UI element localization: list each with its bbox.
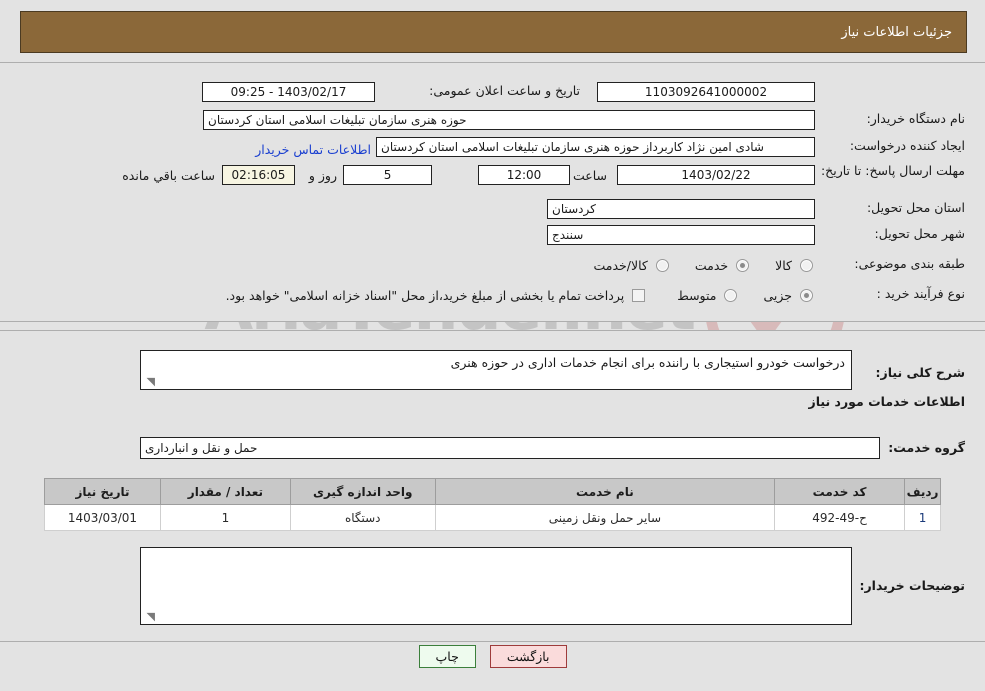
back-button[interactable]: بازگشت xyxy=(489,645,567,668)
province-row: استان محل تحویل: xyxy=(820,200,965,215)
radio-category-kala-khedmat[interactable] xyxy=(655,259,669,272)
days-remaining-value: 5 xyxy=(343,165,432,185)
announce-value: 1403/02/17 - 09:25 xyxy=(202,82,375,102)
radio-category-khedmat-label: خدمت xyxy=(694,258,729,273)
page-title: جزئیات اطلاعات نیاز xyxy=(841,24,952,40)
province-label: استان محل تحویل: xyxy=(866,200,965,215)
process-label: نوع فرآیند خرید : xyxy=(876,286,965,301)
services-heading: اطلاعات خدمات مورد نیاز xyxy=(808,394,966,409)
cell-date: 1403/03/01 xyxy=(44,504,161,531)
buyer-contact-link[interactable]: اطلاعات تماس خریدار xyxy=(255,142,371,157)
comments-textarea[interactable]: ◥ xyxy=(140,547,852,625)
col-name: نام خدمت xyxy=(434,478,776,505)
province-value: کردستان xyxy=(547,199,815,219)
hour-value: 12:00 xyxy=(478,165,570,185)
page-root: AriaTender.net جزئیات اطلاعات نیاز شماره… xyxy=(0,0,985,691)
category-label: طبقه بندی موضوعی: xyxy=(854,256,965,271)
deadline-label: مهلت ارسال پاسخ: تا تاریخ: xyxy=(820,163,965,178)
treasury-checkbox[interactable] xyxy=(632,289,646,302)
need-info-section xyxy=(0,62,985,322)
cell-qty: 1 xyxy=(159,504,291,531)
countdown-suffix-label: ساعت باقي مانده xyxy=(122,168,215,183)
cell-unit: دستگاه xyxy=(289,504,436,531)
deadline-row: مهلت ارسال پاسخ: تا تاریخ: xyxy=(815,160,965,179)
comments-label: توضیحات خریدار: xyxy=(859,578,965,593)
announce-label: تاریخ و ساعت اعلان عمومی: xyxy=(429,83,580,98)
process-row: نوع فرآیند خرید : xyxy=(820,286,965,301)
col-index: ردیف xyxy=(904,478,941,505)
col-qty: تعداد / مقدار xyxy=(159,478,291,505)
hour-label: ساعت xyxy=(572,168,607,183)
days-separator-label: روز و xyxy=(308,168,337,183)
countdown-value: 02:16:05 xyxy=(222,165,295,185)
radio-category-kala[interactable] xyxy=(800,259,813,272)
buyer-org-label: نام دستگاه خریدار: xyxy=(866,111,965,126)
radio-category-khedmat[interactable] xyxy=(736,259,750,272)
service-group-label: گروه خدمت: xyxy=(888,440,965,455)
radio-process-motevaset-label: متوسط xyxy=(677,288,717,303)
city-label: شهر محل تحویل: xyxy=(874,226,965,241)
col-date: تاریخ نیاز xyxy=(44,478,161,505)
cell-code: ح-49-492 xyxy=(774,504,906,531)
treasury-checkbox-label: پرداخت تمام یا بخشی از مبلغ خرید،از محل … xyxy=(225,288,625,303)
radio-process-jozi[interactable] xyxy=(800,289,813,302)
radio-category-kala-khedmat-label: کالا/خدمت xyxy=(593,258,648,273)
print-button[interactable]: چاپ xyxy=(418,645,476,668)
cell-name: سایر حمل ونقل زمینی xyxy=(434,504,776,531)
deadline-date-value: 1403/02/22 xyxy=(617,165,815,185)
col-unit: واحد اندازه گیری xyxy=(289,478,436,505)
table-header-row: ردیف کد خدمت نام خدمت واحد اندازه گیری ت… xyxy=(44,478,941,505)
button-bar: بازگشت چاپ xyxy=(0,645,985,668)
category-row: طبقه بندی موضوعی: xyxy=(820,256,965,271)
announce-row: تاریخ و ساعت اعلان عمومی: xyxy=(429,83,580,98)
creator-label: ایجاد کننده درخواست: xyxy=(849,138,965,153)
service-group-value: حمل و نقل و انبارداری xyxy=(140,437,880,459)
buyer-org-row: نام دستگاه خریدار: xyxy=(820,111,965,126)
page-header: جزئیات اطلاعات نیاز xyxy=(20,11,967,53)
table-row: 1 ح-49-492 سایر حمل ونقل زمینی دستگاه 1 … xyxy=(44,504,941,531)
need-number-value: 1103092641000002 xyxy=(597,82,815,102)
resize-grip-icon-comments[interactable]: ◥ xyxy=(143,611,155,623)
cell-index: 1 xyxy=(904,504,941,531)
radio-process-motevaset[interactable] xyxy=(724,289,738,302)
city-row: شهر محل تحویل: xyxy=(820,226,965,241)
col-code: کد خدمت xyxy=(774,478,906,505)
summary-text: درخواست خودرو استیجاری با راننده برای ان… xyxy=(450,355,845,370)
creator-value: شادی امین نژاد کاربرداز حوزه هنری سازمان… xyxy=(376,137,815,157)
radio-process-jozi-label: جزیی xyxy=(763,288,792,303)
services-table: ردیف کد خدمت نام خدمت واحد اندازه گیری ت… xyxy=(44,478,941,531)
radio-category-kala-label: کالا xyxy=(775,258,792,273)
summary-label: شرح کلی نیاز: xyxy=(875,365,965,380)
summary-textarea[interactable]: درخواست خودرو استیجاری با راننده برای ان… xyxy=(140,350,852,390)
buyer-org-value: حوزه هنری سازمان تبلیغات اسلامی استان کر… xyxy=(203,110,815,130)
creator-row: ایجاد کننده درخواست: xyxy=(820,138,965,153)
resize-grip-icon[interactable]: ◥ xyxy=(143,376,155,388)
city-value: سنندج xyxy=(547,225,815,245)
